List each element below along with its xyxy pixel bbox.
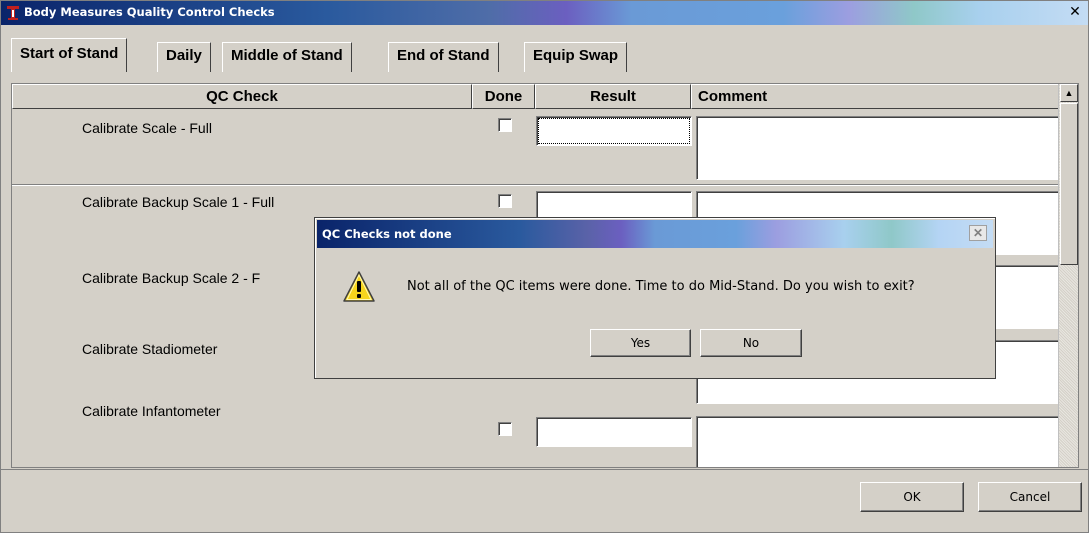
result-field[interactable]	[536, 116, 692, 146]
tab-label: Equip Swap	[533, 47, 619, 64]
tab-middle-of-stand[interactable]: Middle of Stand	[222, 42, 352, 72]
tab-label: Daily	[166, 47, 202, 64]
scroll-thumb[interactable]	[1060, 103, 1078, 265]
warning-icon	[343, 271, 375, 302]
cancel-button[interactable]: Cancel	[978, 482, 1082, 512]
comment-field[interactable]	[696, 116, 1060, 180]
done-checkbox[interactable]	[498, 422, 512, 436]
qc-not-done-dialog: QC Checks not done ✕ Not all of the QC i…	[314, 217, 996, 379]
header-done[interactable]: Done	[472, 84, 535, 109]
dialog-title: QC Checks not done	[322, 227, 452, 241]
yes-button[interactable]: Yes	[590, 329, 691, 357]
row-label: Calibrate Scale - Full	[82, 120, 212, 136]
dialog-titlebar[interactable]: QC Checks not done ✕	[317, 220, 993, 248]
tab-equip-swap[interactable]: Equip Swap	[524, 42, 628, 72]
scroll-up-arrow-icon[interactable]: ▲	[1060, 84, 1078, 102]
main-window: Body Measures Quality Control Checks ✕ S…	[0, 0, 1089, 533]
dialog-message: Not all of the QC items were done. Time …	[407, 279, 915, 294]
row-label: Calibrate Backup Scale 1 - Full	[82, 194, 275, 210]
row-label: Calibrate Stadiometer	[82, 341, 218, 357]
row-label: Calibrate Backup Scale 2 - F	[82, 270, 261, 286]
ok-button[interactable]: OK	[860, 482, 964, 512]
row-label: Calibrate Infantometer	[82, 403, 221, 419]
done-checkbox[interactable]	[498, 118, 512, 132]
footer-bar: OK Cancel	[1, 469, 1088, 533]
tab-label: Middle of Stand	[231, 47, 343, 64]
tab-label: End of Stand	[397, 47, 490, 64]
row-divider	[12, 184, 1059, 186]
result-field[interactable]	[536, 417, 692, 447]
comment-field[interactable]	[696, 416, 1060, 467]
header-result[interactable]: Result	[535, 84, 691, 109]
tab-end-of-stand[interactable]: End of Stand	[388, 42, 499, 72]
tab-start-of-stand[interactable]: Start of Stand	[11, 38, 128, 72]
vertical-scrollbar[interactable]: ▲	[1058, 84, 1078, 467]
done-checkbox[interactable]	[498, 194, 512, 208]
header-qc-check[interactable]: QC Check	[12, 84, 472, 109]
no-button[interactable]: No	[700, 329, 802, 357]
header-comment[interactable]: Comment	[691, 84, 1059, 109]
dialog-close-icon[interactable]: ✕	[969, 225, 987, 241]
window-title: Body Measures Quality Control Checks	[24, 5, 275, 19]
window-close-icon[interactable]: ✕	[1066, 4, 1084, 20]
window-titlebar[interactable]: Body Measures Quality Control Checks ✕	[1, 1, 1088, 25]
tab-daily[interactable]: Daily	[157, 42, 211, 72]
tab-label: Start of Stand	[20, 45, 119, 62]
app-icon	[7, 6, 19, 20]
